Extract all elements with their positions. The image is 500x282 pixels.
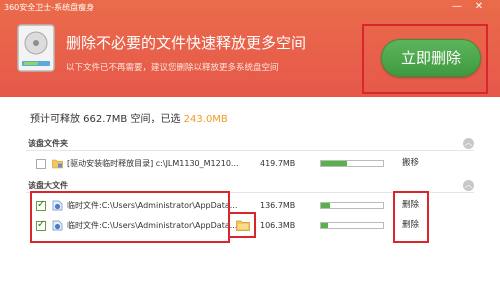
size-progress-bar — [320, 202, 384, 209]
collapse-icon[interactable]: ︿ — [463, 180, 474, 191]
header-banner: 360安全卫士-系统盘瘦身 — ✕ 删除不必要的文件快速释放更多空间 以下文件已… — [0, 0, 500, 97]
collapse-icon[interactable]: ︿ — [463, 138, 474, 149]
row-size: 419.7MB — [260, 159, 296, 168]
delete-now-button[interactable]: 立即删除 — [381, 39, 481, 77]
window-title: 360安全卫士-系统盘瘦身 — [4, 3, 95, 12]
folder-lock-icon — [52, 159, 63, 169]
section-title: 该盘文件夹 — [28, 139, 68, 148]
progress-fill — [321, 161, 348, 166]
row-size: 106.3MB — [260, 221, 296, 230]
move-button[interactable]: 搬移 — [402, 158, 419, 169]
page-headline: 删除不必要的文件快速释放更多空间 — [66, 34, 307, 52]
section-folders: 该盘文件夹 ︿ — [26, 137, 474, 151]
page-subline: 以下文件已不再需要，建议您删除以释放更多系统盘空间 — [66, 63, 279, 73]
progress-fill — [321, 223, 328, 228]
row-path: [驱动安装临时释放目录] c:\JLM1130_M1210... — [67, 159, 239, 168]
hard-drive-icon — [17, 24, 55, 72]
list-item[interactable]: [驱动安装临时释放目录] c:\JLM1130_M1210... 419.7MB… — [30, 156, 470, 172]
row-size: 136.7MB — [260, 201, 296, 210]
row-checkbox[interactable] — [36, 159, 46, 169]
selected-size: 243.0MB — [183, 114, 228, 125]
size-progress-bar — [320, 222, 384, 229]
section-title: 该盘大文件 — [28, 181, 68, 190]
minimize-button[interactable]: — — [450, 1, 464, 13]
release-summary: 预计可释放 662.7MB 空间，已选 243.0MB — [30, 110, 228, 125]
annotation-box-delete — [393, 191, 429, 243]
progress-fill — [321, 203, 330, 208]
annotation-box-files — [30, 191, 230, 243]
annotation-box-folder — [228, 212, 256, 238]
close-button[interactable]: ✕ — [472, 1, 486, 13]
summary-text: 预计可释放 662.7MB 空间，已选 — [30, 114, 181, 125]
size-progress-bar — [320, 160, 384, 167]
